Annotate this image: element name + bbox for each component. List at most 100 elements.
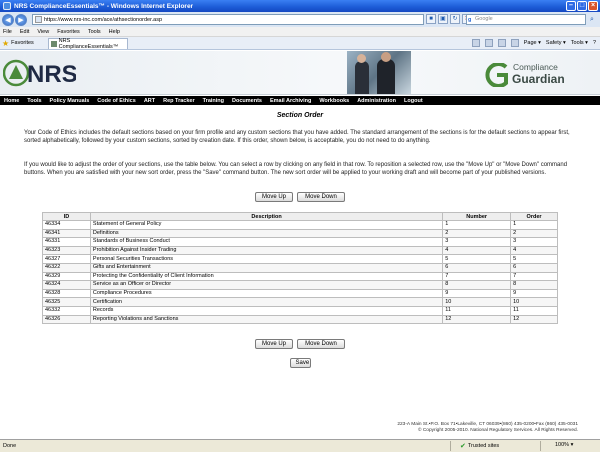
table-row[interactable]: 46323 Prohibition Against Insider Trading…	[42, 245, 558, 256]
refresh-icon[interactable]: ↻	[450, 14, 460, 24]
nav-email-archiving[interactable]: Email Archiving	[266, 98, 315, 104]
nav-policy-manuals[interactable]: Policy Manuals	[46, 98, 94, 104]
cell-description[interactable]: Service as an Officer or Director	[89, 280, 444, 290]
cell-id[interactable]: 46329	[42, 271, 91, 282]
cell-number[interactable]: 12	[442, 314, 512, 325]
table-row[interactable]: 46334 Statement of General Policy 1 1	[42, 220, 558, 230]
search-icon[interactable]: ⌕	[587, 15, 597, 24]
save-button[interactable]: Save	[289, 358, 311, 368]
cell-description[interactable]: Reporting Violations and Sanctions	[89, 314, 444, 325]
table-row[interactable]: 46341 Definitions 2 2	[42, 228, 558, 239]
cell-id[interactable]: 46322	[42, 262, 91, 273]
cell-number[interactable]: 8	[442, 280, 512, 290]
cell-id[interactable]: 46325	[42, 297, 91, 307]
nav-training[interactable]: Training	[199, 98, 228, 104]
table-row[interactable]: 46326 Reporting Violations and Sanctions 1…	[42, 314, 558, 325]
tab-nrs[interactable]: NRS ComplianceEssentials™	[48, 38, 128, 50]
cell-id[interactable]: 46341	[42, 228, 91, 239]
move-down-button-bottom[interactable]: Move Down	[297, 339, 345, 349]
cell-order[interactable]: 3	[510, 237, 558, 247]
page-menu[interactable]: Page ▾	[524, 40, 541, 46]
table-row[interactable]: 46331 Standards of Business Conduct 3 3	[42, 237, 558, 247]
mail-icon[interactable]	[497, 39, 506, 47]
move-up-button-top[interactable]: Move Up	[255, 192, 293, 202]
cell-number[interactable]: 1	[442, 220, 512, 230]
cell-id[interactable]: 46332	[42, 305, 91, 316]
search-input[interactable]: g Google	[466, 14, 586, 25]
cell-number[interactable]: 7	[442, 271, 512, 282]
nav-code-of-ethics[interactable]: Code of Ethics	[93, 98, 140, 104]
cell-id[interactable]: 46334	[42, 220, 91, 230]
cell-description[interactable]: Records	[89, 305, 444, 316]
maximize-button[interactable]: □	[577, 1, 587, 11]
back-icon[interactable]: ◀	[2, 13, 14, 26]
cell-order[interactable]: 5	[510, 254, 558, 264]
safety-menu[interactable]: Safety ▾	[546, 40, 566, 46]
cell-description[interactable]: Definitions	[89, 228, 444, 239]
table-row[interactable]: 46327 Personal Securities Transactions 5 5	[42, 254, 558, 264]
menu-file[interactable]: File	[3, 29, 12, 35]
cell-id[interactable]: 46328	[42, 288, 91, 299]
cell-description[interactable]: Compliance Procedures	[89, 288, 444, 299]
cell-order[interactable]: 4	[510, 245, 558, 256]
nav-logout[interactable]: Logout	[400, 98, 427, 104]
cell-order[interactable]: 7	[510, 271, 558, 282]
cell-number[interactable]: 5	[442, 254, 512, 264]
cell-description[interactable]: Standards of Business Conduct	[89, 237, 444, 247]
table-row[interactable]: 46325 Certification 10 10	[42, 297, 558, 307]
nav-rep-tracker[interactable]: Rep Tracker	[159, 98, 199, 104]
cell-description[interactable]: Certification	[89, 297, 444, 307]
cell-order[interactable]: 8	[510, 280, 558, 290]
cell-order[interactable]: 11	[510, 305, 558, 316]
security-zone[interactable]: ✔ Trusted sites	[460, 442, 499, 450]
cell-number[interactable]: 4	[442, 245, 512, 256]
cell-number[interactable]: 3	[442, 237, 512, 247]
nav-administration[interactable]: Administration	[353, 98, 400, 104]
cell-description[interactable]: Prohibition Against Insider Trading	[89, 245, 444, 256]
cell-description[interactable]: Gifts and Entertainment	[89, 262, 444, 273]
help-menu[interactable]: ?	[593, 40, 596, 46]
nav-documents[interactable]: Documents	[228, 98, 266, 104]
move-up-button-bottom[interactable]: Move Up	[255, 339, 293, 349]
print-icon[interactable]	[510, 39, 519, 47]
table-row[interactable]: 46329 Protecting the Confidentiality of C…	[42, 271, 558, 282]
cell-order[interactable]: 9	[510, 288, 558, 299]
feeds-icon[interactable]	[484, 39, 493, 47]
table-row[interactable]: 46324 Service as an Officer or Director 8 8	[42, 280, 558, 290]
cell-id[interactable]: 46326	[42, 314, 91, 325]
tools-menu[interactable]: Tools ▾	[571, 40, 588, 46]
cell-order[interactable]: 1	[510, 220, 558, 230]
zoom-level[interactable]: 100% ▾	[555, 442, 573, 448]
cell-id[interactable]: 46323	[42, 245, 91, 256]
favorites-button[interactable]: ★ Favorites	[0, 39, 40, 48]
cell-description[interactable]: Protecting the Confidentiality of Client…	[89, 271, 444, 282]
table-row[interactable]: 46328 Compliance Procedures 9 9	[42, 288, 558, 299]
menu-help[interactable]: Help	[109, 29, 120, 35]
home-icon[interactable]	[471, 39, 480, 47]
minimize-button[interactable]: –	[566, 1, 576, 11]
security-report-icon[interactable]: ▣	[438, 14, 448, 24]
table-row[interactable]: 46332 Records 11 11	[42, 305, 558, 316]
menu-tools[interactable]: Tools	[88, 29, 101, 35]
cell-number[interactable]: 2	[442, 228, 512, 239]
cell-order[interactable]: 2	[510, 228, 558, 239]
cell-id[interactable]: 46327	[42, 254, 91, 264]
address-url[interactable]: https://www.nrs-inc.com/ace/athsectionor…	[44, 17, 162, 23]
close-button[interactable]: ×	[588, 1, 598, 11]
cell-id[interactable]: 46331	[42, 237, 91, 247]
cell-number[interactable]: 9	[442, 288, 512, 299]
cell-number[interactable]: 10	[442, 297, 512, 307]
table-row[interactable]: 46322 Gifts and Entertainment 6 6	[42, 262, 558, 273]
address-bar[interactable]: https://www.nrs-inc.com/ace/athsectionor…	[32, 14, 424, 25]
cell-description[interactable]: Personal Securities Transactions	[89, 254, 444, 264]
cell-id[interactable]: 46324	[42, 280, 91, 290]
cell-description[interactable]: Statement of General Policy	[89, 220, 444, 230]
menu-edit[interactable]: Edit	[20, 29, 29, 35]
cell-number[interactable]: 6	[442, 262, 512, 273]
move-down-button-top[interactable]: Move Down	[297, 192, 345, 202]
nav-home[interactable]: Home	[0, 98, 23, 104]
cell-order[interactable]: 12	[510, 314, 558, 325]
lock-icon[interactable]: ■	[426, 14, 436, 24]
nrs-logo[interactable]: NRS	[3, 59, 76, 87]
menu-view[interactable]: View	[37, 29, 49, 35]
